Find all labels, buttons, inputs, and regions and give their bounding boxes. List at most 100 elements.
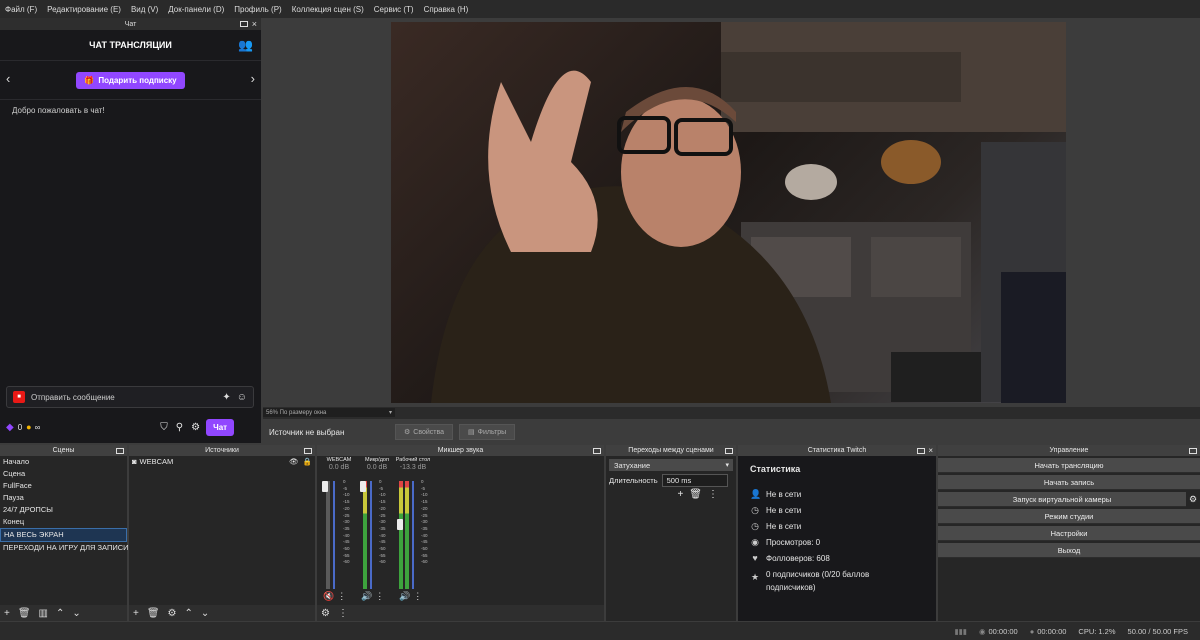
lock-icon[interactable]: 🔒: [303, 457, 312, 467]
gear-icon[interactable]: ⚙: [191, 422, 200, 433]
menu-item[interactable]: Справка (H): [419, 5, 474, 14]
gift-row: ‹ 🎁 Подарить подписку ›: [0, 61, 261, 100]
properties-button[interactable]: ⚙ Свойства: [395, 424, 454, 440]
fps-readout: 50.00 / 50.00 FPS: [1127, 626, 1188, 636]
scene-item[interactable]: Начало: [0, 456, 127, 468]
more-icon[interactable]: ⋮: [413, 591, 422, 602]
volume-slider[interactable]: [412, 481, 414, 589]
volume-slider[interactable]: [370, 481, 372, 589]
scene-item[interactable]: НА ВЕСЬ ЭКРАН: [0, 528, 127, 542]
transition-select[interactable]: Затухание ▾: [609, 459, 733, 471]
volume-slider[interactable]: [333, 481, 335, 589]
menu-item[interactable]: Профиль (P): [229, 5, 286, 14]
move-up-icon[interactable]: ⌃: [56, 608, 64, 619]
gift-subscription-button[interactable]: 🎁 Подарить подписку: [76, 71, 185, 89]
menu-item[interactable]: Файл (F): [0, 5, 42, 14]
speaker-icon[interactable]: 🔊: [361, 591, 372, 602]
more-icon[interactable]: ⋮: [338, 608, 348, 619]
chat-message-input[interactable]: ■ Отправить сообщение ✦ ☺: [6, 386, 254, 408]
bits-icon[interactable]: ✦: [222, 392, 230, 403]
webcam-preview[interactable]: [391, 22, 1066, 403]
add-icon[interactable]: +: [133, 608, 139, 619]
gear-icon[interactable]: ⚙: [168, 608, 177, 619]
camera-icon: ◙: [132, 457, 137, 466]
more-icon[interactable]: ⋮: [337, 591, 346, 602]
filters-button[interactable]: ▤ Фильтры: [459, 424, 516, 440]
chat-dock: Чат × ЧАТ ТРАНСЛЯЦИИ 👥 ‹ 🎁 Подарить подп…: [0, 18, 261, 443]
heart-icon: ♥: [752, 553, 758, 563]
scene-item[interactable]: Сцена: [0, 468, 127, 480]
channel-db: 0.0 dB: [328, 464, 350, 471]
source-item[interactable]: ◙ WEBCAM 👁 🔒: [129, 456, 315, 468]
volume-knob[interactable]: [322, 481, 328, 492]
eye-icon[interactable]: 👁: [289, 457, 299, 467]
scene-item[interactable]: Конец: [0, 516, 127, 528]
gear-icon[interactable]: ⚙: [1186, 492, 1200, 507]
db-scale: 0 -5 -10 -15 -20 -25 -30 -35 -40 -45 -50 -55 -60: [421, 479, 428, 565]
record-time: 00:00:00: [1037, 626, 1067, 636]
start-record-button[interactable]: Начать запись: [938, 475, 1200, 490]
chevron-left-icon[interactable]: ‹: [6, 71, 10, 86]
undock-icon[interactable]: [1189, 447, 1197, 454]
filter-icon[interactable]: ▥: [39, 608, 48, 619]
volume-meter: [363, 481, 367, 589]
scene-item[interactable]: FullFace: [0, 480, 127, 492]
trash-icon[interactable]: 🗑: [689, 489, 702, 500]
gear-icon[interactable]: ⚙: [321, 608, 330, 619]
trash-icon[interactable]: 🗑: [18, 608, 31, 619]
volume-knob[interactable]: [360, 481, 366, 492]
add-icon[interactable]: +: [4, 608, 10, 619]
zoom-select[interactable]: 56% По размеру окна ▾: [263, 408, 395, 417]
chevron-right-icon[interactable]: ›: [251, 71, 255, 86]
scene-item[interactable]: Пауза: [0, 492, 127, 504]
transitions-dock: Переходы между сценами Затухание ▾ Длите…: [606, 445, 736, 621]
undock-icon[interactable]: [239, 21, 248, 27]
chevron-down-icon: ▾: [725, 462, 729, 469]
close-icon[interactable]: ×: [928, 446, 933, 455]
channel-points-icon[interactable]: ◆: [6, 422, 14, 433]
undock-icon[interactable]: [116, 447, 124, 454]
volume-knob[interactable]: [397, 519, 403, 530]
stream-status-icon: ◉: [978, 626, 986, 636]
db-scale: 0 -5 -10 -15 -20 -25 -30 -35 -40 -45 -50 -55 -60: [379, 479, 386, 565]
more-icon[interactable]: ⋮: [375, 591, 384, 602]
speaker-icon[interactable]: 🔊: [399, 591, 410, 602]
undock-icon[interactable]: [304, 447, 312, 454]
close-icon[interactable]: ×: [252, 19, 257, 29]
undock-icon[interactable]: [593, 447, 601, 454]
settings-button[interactable]: Настройки: [938, 526, 1200, 541]
users-icon[interactable]: 👥: [238, 38, 253, 52]
channel-name: Рабочий стол: [395, 457, 431, 463]
scene-item[interactable]: 24/7 ДРОПСЫ: [0, 504, 127, 516]
add-icon[interactable]: +: [677, 489, 683, 500]
move-down-icon[interactable]: ⌄: [72, 608, 80, 619]
controls-title: Управление: [1049, 447, 1089, 454]
start-stream-button[interactable]: Начать трансляцию: [938, 458, 1200, 473]
trash-icon[interactable]: 🗑: [147, 608, 160, 619]
transitions-title: Переходы между сценами: [628, 447, 714, 454]
undock-icon[interactable]: [725, 447, 733, 454]
muted-speaker-icon[interactable]: 🔇: [323, 591, 334, 602]
virtual-camera-button[interactable]: Запуск виртуальной камеры: [938, 492, 1186, 507]
scenes-header: Сцены: [0, 445, 127, 456]
undock-icon[interactable]: [917, 447, 926, 454]
prediction-icon[interactable]: ⚲: [176, 422, 183, 433]
menu-item[interactable]: Редактирование (E): [42, 5, 126, 14]
scene-item[interactable]: ПЕРЕХОДИ НА ИГРУ ДЛЯ ЗАПИСИ: [0, 542, 129, 554]
shield-icon[interactable]: ⛉: [160, 422, 168, 433]
move-up-icon[interactable]: ⌃: [185, 608, 193, 619]
emoji-icon[interactable]: ☺: [237, 392, 247, 403]
duration-input[interactable]: 500 ms: [661, 474, 728, 487]
chat-send-button[interactable]: Чат: [206, 418, 235, 436]
eye-icon: ◉: [751, 536, 759, 547]
studio-mode-button[interactable]: Режим студии: [938, 509, 1200, 524]
menu-item[interactable]: Сервис (T): [369, 5, 419, 14]
move-down-icon[interactable]: ⌄: [201, 608, 209, 619]
more-icon[interactable]: ⋮: [708, 489, 718, 500]
menu-bar: Файл (F) Редактирование (E) Вид (V) Док-пан…: [0, 0, 1200, 18]
volume-meter: [405, 481, 409, 589]
exit-button[interactable]: Выход: [938, 543, 1200, 558]
menu-item[interactable]: Вид (V): [126, 5, 163, 14]
menu-item[interactable]: Док-панели (D): [163, 5, 229, 14]
menu-item[interactable]: Коллекция сцен (S): [287, 5, 369, 14]
